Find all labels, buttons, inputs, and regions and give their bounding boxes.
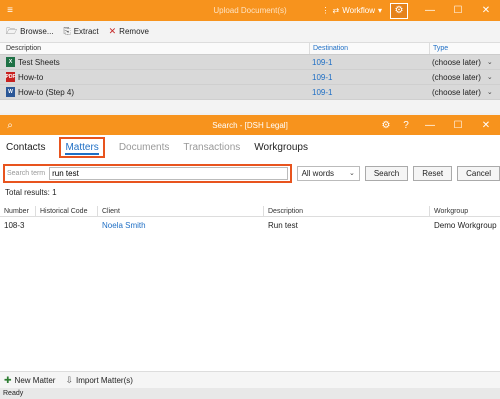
upload-row[interactable]: W How-to (Step 4) 109-1 (choose later) ⌄ (0, 85, 500, 100)
table-row[interactable]: 108-3 Noela Smith Run test Demo Workgrou… (0, 217, 500, 233)
search-term-label: Search term (7, 169, 46, 177)
close-icon[interactable]: ✕ (472, 115, 500, 135)
new-matter-label: New Matter (14, 375, 56, 385)
import-matters-button[interactable]: ⇩ Import Matter(s) (65, 375, 132, 386)
result-client-link[interactable]: Noela Smith (98, 221, 264, 230)
upload-row-description: How-to (Step 4) (18, 87, 75, 97)
total-results: Total results: 1 (5, 187, 57, 197)
minimize-icon[interactable]: — (416, 115, 444, 135)
chevron-down-icon: ▾ (377, 6, 382, 15)
upload-row-description: How-to (18, 72, 44, 82)
match-mode-value: All words (301, 168, 335, 178)
col-description[interactable]: Description (0, 43, 310, 54)
add-icon: ✚ (4, 374, 12, 385)
remove-x-icon: ✕ (108, 26, 117, 36)
result-number: 108-3 (4, 220, 25, 230)
import-icon: ⇩ (65, 374, 73, 385)
type-select[interactable]: (choose later) ⌄ (430, 73, 493, 82)
chevron-down-icon: ⌄ (348, 170, 355, 177)
remove-label: Remove (119, 27, 149, 36)
col-destination[interactable]: Destination (310, 43, 430, 54)
col-number[interactable]: Number (0, 206, 36, 216)
word-file-icon: W (6, 87, 15, 97)
type-select-value: (choose later) (432, 87, 481, 97)
upload-row[interactable]: X Test Sheets 109-1 (choose later) ⌄ (0, 55, 500, 70)
tab-contacts[interactable]: Contacts (6, 142, 45, 153)
maximize-icon[interactable]: ☐ (444, 0, 472, 21)
tab-matters-label: Matters (65, 142, 99, 155)
upload-row[interactable]: PDF How-to 109-1 (choose later) ⌄ (0, 70, 500, 85)
pdf-file-icon: PDF (5, 72, 16, 82)
extract-button[interactable]: ⎘ Extract (64, 26, 99, 37)
match-mode-select[interactable]: All words ⌄ (296, 165, 360, 181)
chevron-down-icon: ⌄ (486, 89, 493, 96)
workflow-menu[interactable]: ⋮ ⇄ Workflow ▾ (314, 0, 390, 21)
results-header: Number Historical Code Client Descriptio… (0, 206, 500, 217)
col-workgroup[interactable]: Workgroup (430, 206, 500, 216)
workflow-icon: ⇄ (332, 6, 340, 15)
upload-panel: 🗁 Browse... ⎘ Extract ✕ Remove Descripti… (0, 21, 500, 113)
folder-icon: 🗁 (6, 25, 18, 36)
type-select-value: (choose later) (432, 72, 481, 82)
settings-gear-icon[interactable]: ⚙ (390, 2, 408, 19)
tab-transactions[interactable]: Transactions (183, 142, 240, 153)
chevron-down-icon: ⌄ (486, 74, 493, 81)
upload-titlebar: ≡ Upload Document(s) ⋮ ⇄ Workflow ▾ ⚙ — … (0, 0, 500, 21)
search-bar: Search term All words ⌄ Search Reset Can… (0, 160, 500, 186)
search-titlebar: ⌕ Search - [DSH Legal] ⚙ ? — ☐ ✕ (0, 115, 500, 135)
remove-button[interactable]: ✕ Remove (109, 26, 149, 37)
paperclip-icon: ⎘ (63, 26, 71, 36)
more-icon: ⋮ (321, 6, 330, 15)
upload-row-destination[interactable]: 109-1 (310, 58, 430, 67)
excel-file-icon: X (6, 57, 15, 67)
status-bar: Ready (0, 388, 500, 399)
search-panel: Contacts Matters Documents Transactions … (0, 135, 500, 371)
upload-row-destination[interactable]: 109-1 (310, 73, 430, 82)
search-input[interactable] (49, 166, 288, 180)
upload-row-description: Test Sheets (18, 57, 60, 67)
maximize-icon[interactable]: ☐ (444, 115, 472, 135)
new-matter-button[interactable]: ✚ New Matter (4, 375, 55, 386)
reset-button[interactable]: Reset (413, 165, 453, 181)
search-term-box: Search term (3, 163, 292, 183)
col-description[interactable]: Description (264, 206, 430, 216)
type-select-value: (choose later) (432, 57, 481, 67)
cancel-button[interactable]: Cancel (457, 165, 500, 181)
col-historical-code[interactable]: Historical Code (36, 206, 98, 216)
bottom-action-bar: ✚ New Matter ⇩ Import Matter(s) (0, 371, 500, 388)
tab-documents[interactable]: Documents (119, 142, 170, 153)
result-description: Run test (268, 220, 298, 230)
upload-toolbar: 🗁 Browse... ⎘ Extract ✕ Remove (0, 21, 500, 43)
minimize-icon[interactable]: — (416, 0, 444, 21)
menu-icon[interactable]: ≡ (2, 0, 18, 21)
type-select[interactable]: (choose later) ⌄ (430, 58, 493, 67)
workflow-label: Workflow (342, 6, 375, 15)
type-select[interactable]: (choose later) ⌄ (430, 88, 493, 97)
col-type[interactable]: Type (430, 45, 448, 52)
close-icon[interactable]: ✕ (472, 0, 500, 21)
col-client[interactable]: Client (98, 206, 264, 216)
settings-gear-icon[interactable]: ⚙ (376, 115, 396, 135)
search-icon: ⌕ (7, 119, 13, 131)
help-icon[interactable]: ? (396, 115, 416, 135)
browse-label: Browse... (20, 27, 54, 36)
browse-button[interactable]: 🗁 Browse... (6, 24, 54, 40)
chevron-down-icon: ⌄ (486, 59, 493, 66)
upload-row-destination[interactable]: 109-1 (310, 88, 430, 97)
tab-matters[interactable]: Matters (59, 137, 105, 158)
tab-workgroups[interactable]: Workgroups (254, 142, 308, 153)
extract-label: Extract (73, 27, 99, 36)
import-matters-label: Import Matter(s) (76, 375, 133, 385)
search-button[interactable]: Search (364, 165, 409, 181)
result-workgroup: Demo Workgroup (434, 220, 497, 230)
search-tabs: Contacts Matters Documents Transactions … (0, 135, 500, 160)
upload-table-header: Description Destination Type (0, 43, 500, 55)
